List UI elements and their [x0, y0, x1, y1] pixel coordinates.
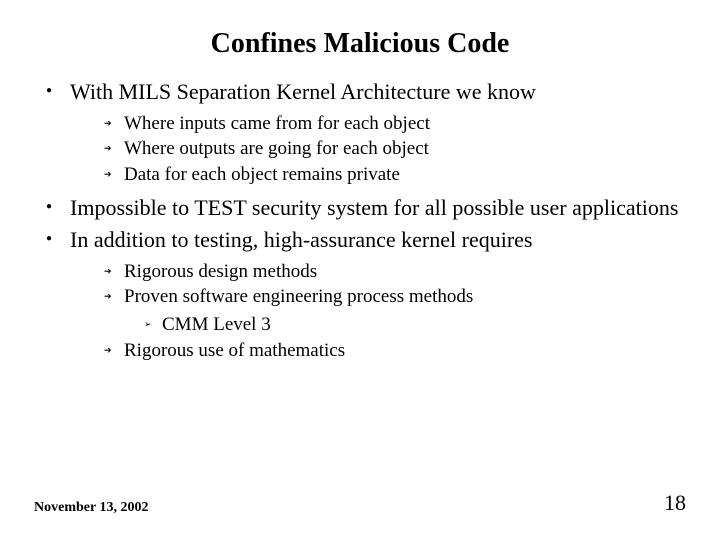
slide-title: Confines Malicious Code — [34, 28, 686, 60]
bullet-text: With MILS Separation Kernel Architecture… — [70, 79, 536, 104]
sub-bullet-list: Rigorous design methods Proven software … — [70, 259, 686, 364]
footer-page-number: 18 — [664, 490, 686, 516]
bullet-level1: Impossible to TEST security system for a… — [46, 194, 686, 223]
bullet-level2: Proven software engineering process meth… — [104, 284, 686, 337]
bullet-text: In addition to testing, high-assurance k… — [70, 227, 532, 252]
sub-bullet-list: Where inputs came from for each object W… — [70, 111, 686, 188]
bullet-level2: Where inputs came from for each object — [104, 111, 686, 137]
slide-footer: November 13, 2002 18 — [34, 490, 686, 516]
bullet-list: With MILS Separation Kernel Architecture… — [34, 78, 686, 363]
bullet-level2: Rigorous use of mathematics — [104, 338, 686, 364]
bullet-level2: Rigorous design methods — [104, 259, 686, 285]
bullet-level3: CMM Level 3 — [144, 312, 686, 338]
bullet-level1: In addition to testing, high-assurance k… — [46, 226, 686, 363]
sub-sub-bullet-list: CMM Level 3 — [124, 312, 686, 338]
bullet-text: Proven software engineering process meth… — [124, 286, 473, 307]
bullet-level2: Where outputs are going for each object — [104, 136, 686, 162]
bullet-level1: With MILS Separation Kernel Architecture… — [46, 78, 686, 188]
bullet-level2: Data for each object remains private — [104, 162, 686, 188]
footer-date: November 13, 2002 — [34, 500, 148, 516]
